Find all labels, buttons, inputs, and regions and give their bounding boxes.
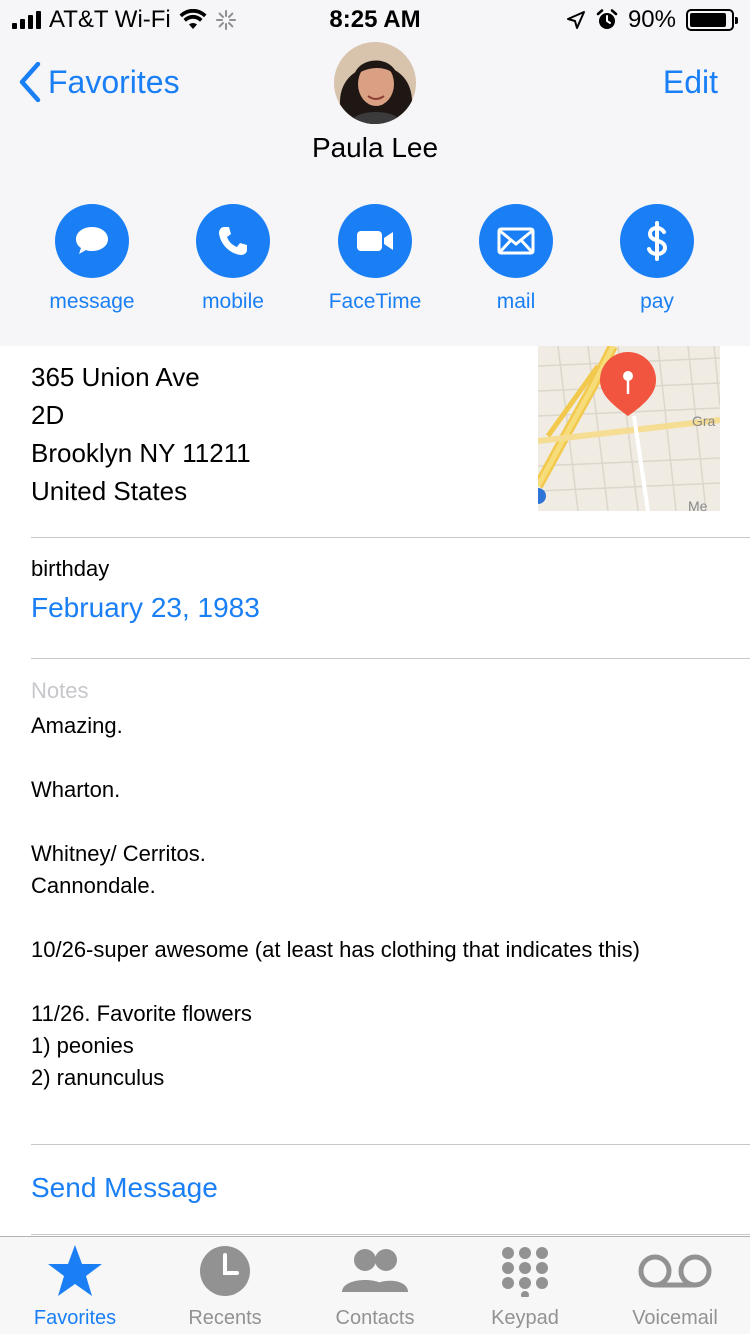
edit-button[interactable]: Edit — [663, 64, 718, 101]
message-bubble-icon — [55, 204, 129, 278]
battery-fill — [690, 13, 726, 27]
status-bar: AT&T Wi-Fi 8:25 AM 90% — [0, 0, 750, 40]
avatar-photo — [334, 42, 416, 124]
pay-action-button[interactable]: pay — [587, 204, 727, 314]
mail-action-label: mail — [496, 290, 536, 313]
message-action-button[interactable]: message — [22, 204, 162, 314]
status-right: 90% — [566, 6, 738, 34]
back-button[interactable]: Favorites — [18, 62, 180, 102]
tab-favorites[interactable]: Favorites — [0, 1237, 150, 1334]
send-message-button[interactable]: Send Message — [31, 1172, 218, 1204]
notes-label: Notes — [31, 678, 89, 703]
mail-action-button[interactable]: mail — [446, 204, 586, 314]
tab-label: Recents — [188, 1307, 262, 1329]
address-line: 2D — [31, 400, 65, 430]
tab-keypad[interactable]: Keypad — [450, 1237, 600, 1334]
address-block[interactable]: 365 Union Ave 2D Brooklyn NY 11211 Unite… — [31, 358, 251, 510]
envelope-icon — [479, 204, 553, 278]
contacts-icon — [342, 1249, 408, 1292]
avatar — [334, 42, 416, 124]
battery-icon — [686, 9, 738, 31]
tab-contacts[interactable]: Contacts — [300, 1237, 450, 1334]
dollar-icon — [620, 204, 694, 278]
notes-text[interactable]: Amazing. Wharton. Whitney/ Cerritos. Can… — [31, 710, 721, 1094]
mobile-action-label: mobile — [202, 290, 264, 313]
pay-action-label: pay — [640, 290, 674, 313]
birthday-label: birthday — [31, 556, 110, 581]
map-street-label: Gra — [692, 413, 716, 429]
contact-header: AT&T Wi-Fi 8:25 AM 90% Favorites Edit Pa… — [0, 0, 750, 346]
keypad-icon — [502, 1247, 548, 1297]
quick-actions: message mobile FaceTime mail pay — [0, 204, 750, 324]
tab-bar: Favorites Recents Contacts Keypad Voicem… — [0, 1236, 750, 1334]
clock-icon — [200, 1246, 250, 1296]
alarm-clock-icon — [596, 9, 618, 29]
map-street-label: Me — [688, 498, 708, 511]
tab-recents[interactable]: Recents — [150, 1237, 300, 1334]
facetime-action-button[interactable]: FaceTime — [305, 204, 445, 314]
map-thumbnail[interactable]: Gra Me — [538, 346, 720, 511]
tab-voicemail[interactable]: Voicemail — [600, 1237, 750, 1334]
divider — [31, 1234, 750, 1235]
birthday-value[interactable]: February 23, 1983 — [31, 592, 260, 624]
map-image: Gra Me — [538, 346, 720, 511]
address-line: Brooklyn NY 11211 — [31, 438, 251, 468]
message-action-label: message — [49, 290, 135, 313]
tab-label: Contacts — [335, 1307, 415, 1329]
contact-name: Paula Lee — [311, 132, 439, 163]
tab-label: Favorites — [33, 1307, 117, 1329]
tab-label: Voicemail — [632, 1307, 718, 1329]
divider — [31, 658, 750, 659]
address-line: United States — [31, 476, 188, 506]
location-arrow-icon — [566, 11, 585, 29]
battery-percent: 90% — [627, 6, 676, 33]
address-line: 365 Union Ave — [31, 362, 200, 392]
back-label: Favorites — [48, 63, 180, 100]
tab-label: Keypad — [491, 1307, 559, 1329]
star-icon — [48, 1245, 102, 1296]
divider — [31, 537, 750, 538]
phone-icon — [196, 204, 270, 278]
chevron-left-icon — [19, 62, 41, 102]
divider — [31, 1144, 750, 1145]
video-camera-icon — [338, 204, 412, 278]
facetime-action-label: FaceTime — [328, 290, 422, 313]
mobile-action-button[interactable]: mobile — [163, 204, 303, 314]
voicemail-icon — [638, 1254, 712, 1288]
